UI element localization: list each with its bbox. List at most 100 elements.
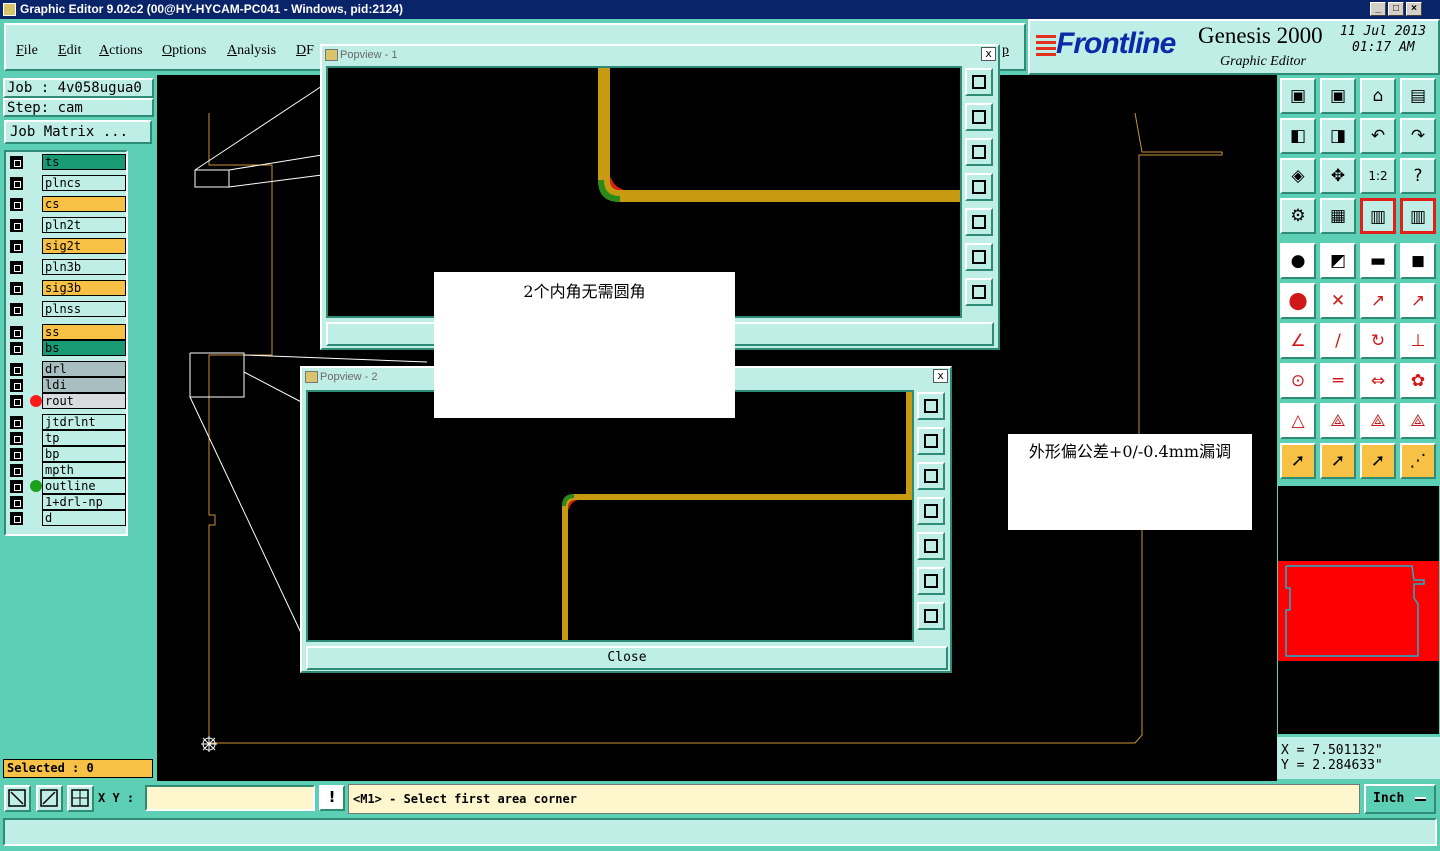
cluster-icon[interactable]: ✿ [1400, 363, 1436, 399]
layer-checkbox[interactable] [10, 261, 23, 274]
layer-name[interactable]: ldi [42, 377, 126, 393]
layer-row-drl[interactable]: drl [8, 361, 126, 377]
pan-right-icon[interactable] [917, 532, 945, 560]
layer-checkbox[interactable] [10, 448, 23, 461]
zoom-fit-icon[interactable]: ◈ [1280, 158, 1316, 194]
measure-icon[interactable] [36, 785, 63, 812]
layer-name[interactable]: ss [42, 324, 126, 340]
layer-checkbox[interactable] [10, 432, 23, 445]
open-icon[interactable]: ▣ [1280, 78, 1316, 114]
slash-icon[interactable]: ∕ [1320, 323, 1356, 359]
layer-name[interactable]: ts [42, 154, 126, 170]
tri-a-icon[interactable]: △ [1280, 403, 1316, 439]
menu-help[interactable]: p [1002, 43, 1009, 59]
layer-name[interactable]: drl [42, 361, 126, 377]
move-icon[interactable]: ↗ [1360, 283, 1396, 319]
connect-icon[interactable]: ⬤ [1280, 283, 1316, 319]
layer-name[interactable]: bp [42, 446, 126, 462]
layer-checkbox[interactable] [10, 342, 23, 355]
surface-icon[interactable]: ◼ [1400, 243, 1436, 279]
layer-name[interactable]: plncs [42, 175, 126, 191]
menu-analysis[interactable]: Analysis [227, 43, 276, 59]
layer-row-1+drl-np[interactable]: 1+drl-np [8, 494, 126, 510]
save-icon[interactable]: ▣ [1320, 78, 1356, 114]
menu-edit[interactable]: Edit [58, 43, 81, 59]
layer-name[interactable]: mpth [42, 462, 126, 478]
select-net-icon[interactable]: ⋰ [1400, 443, 1436, 479]
popview-2-close-button[interactable]: Close [306, 646, 948, 670]
layer-row-tp[interactable]: tp [8, 430, 126, 446]
maximize-button[interactable]: □ [1388, 2, 1404, 16]
tools-icon[interactable]: ⚙ [1280, 198, 1316, 234]
layer-checkbox[interactable] [10, 219, 23, 232]
layer-row-ts[interactable]: ts [8, 154, 126, 170]
overview-map[interactable] [1277, 485, 1440, 735]
layer-row-jtdrlnt[interactable]: jtdrlnt [8, 414, 126, 430]
layer-checkbox[interactable] [10, 282, 23, 295]
layer-name[interactable]: pln2t [42, 217, 126, 233]
scale-icon[interactable]: 1:2 [1360, 158, 1396, 194]
layer-row-plncs[interactable]: plncs [8, 175, 126, 191]
zoom-center-icon[interactable] [965, 278, 993, 306]
menu-actions[interactable]: Actions [99, 43, 143, 59]
scale-line-icon[interactable]: ⇔ [1360, 363, 1396, 399]
angle-icon[interactable]: ∠ [1280, 323, 1316, 359]
layer-checkbox[interactable] [10, 480, 23, 493]
layer-name[interactable]: sig2t [42, 238, 126, 254]
layer-checkbox[interactable] [10, 198, 23, 211]
layer-checkbox[interactable] [10, 303, 23, 316]
popview-2-close-icon[interactable]: x [933, 369, 948, 383]
grid-toggle-icon[interactable]: ▦ [1320, 198, 1356, 234]
select-icon[interactable]: ➚ [1280, 443, 1316, 479]
layer-name[interactable]: sig3b [42, 280, 126, 296]
layer-name[interactable]: 1+drl-np [42, 494, 126, 510]
window-icon[interactable]: ▤ [1400, 78, 1436, 114]
layer-row-sig3b[interactable]: sig3b [8, 280, 126, 296]
snap-icon[interactable] [4, 785, 31, 812]
pan-down-icon[interactable] [917, 462, 945, 490]
layer-row-ss[interactable]: ss [8, 324, 126, 340]
zoom-fit-icon[interactable] [965, 243, 993, 271]
pan-up-icon[interactable] [965, 103, 993, 131]
layer-name[interactable]: outline [42, 478, 126, 494]
menu-file[interactable]: File [16, 43, 38, 59]
select-add-icon[interactable]: ➚ [1360, 443, 1396, 479]
zoom-fit-icon[interactable] [917, 567, 945, 595]
layer-name[interactable]: jtdrlnt [42, 414, 126, 430]
layer-row-ldi[interactable]: ldi [8, 377, 126, 393]
line-icon[interactable]: ◩ [1320, 243, 1356, 279]
select-box-icon[interactable]: ➚ [1320, 443, 1356, 479]
ruler-icon[interactable]: ▬ [1360, 243, 1396, 279]
layer-checkbox[interactable] [10, 464, 23, 477]
layer-checkbox[interactable] [10, 496, 23, 509]
layer-row-plnss[interactable]: plnss [8, 301, 126, 317]
menu-dfm[interactable]: DF [296, 43, 314, 59]
zoom-window-icon[interactable] [917, 392, 945, 420]
tri-b-icon[interactable]: ⟁ [1320, 403, 1356, 439]
layer-name[interactable]: cs [42, 196, 126, 212]
pan-down-icon[interactable] [965, 138, 993, 166]
pin-icon[interactable]: ⊥ [1400, 323, 1436, 359]
menu-options[interactable]: Options [162, 43, 206, 59]
zoom-window-icon[interactable] [965, 68, 993, 96]
layer-row-outline[interactable]: outline [8, 478, 126, 494]
close-window-button[interactable]: × [1406, 2, 1422, 16]
zoom-center-icon[interactable]: ✥ [1320, 158, 1356, 194]
help-icon[interactable]: ? [1400, 158, 1436, 194]
undo-icon[interactable]: ↶ [1360, 118, 1396, 154]
zoom-center-icon[interactable] [917, 602, 945, 630]
layer-row-mpth[interactable]: mpth [8, 462, 126, 478]
split-icon[interactable]: ═ [1320, 363, 1356, 399]
layer-checkbox[interactable] [10, 326, 23, 339]
pad-icon[interactable]: ● [1280, 243, 1316, 279]
layer-checkbox[interactable] [10, 156, 23, 169]
layer-row-d[interactable]: d [8, 510, 126, 526]
warning-icon[interactable]: ! [319, 785, 345, 811]
layer-name[interactable]: d [42, 510, 126, 526]
layer-checkbox[interactable] [10, 512, 23, 525]
pan-left-icon[interactable] [965, 173, 993, 201]
layer-name[interactable]: rout [42, 393, 126, 409]
layer-row-bp[interactable]: bp [8, 446, 126, 462]
tri-c-icon[interactable]: ⟁ [1360, 403, 1396, 439]
popview-2-view[interactable] [306, 390, 914, 642]
